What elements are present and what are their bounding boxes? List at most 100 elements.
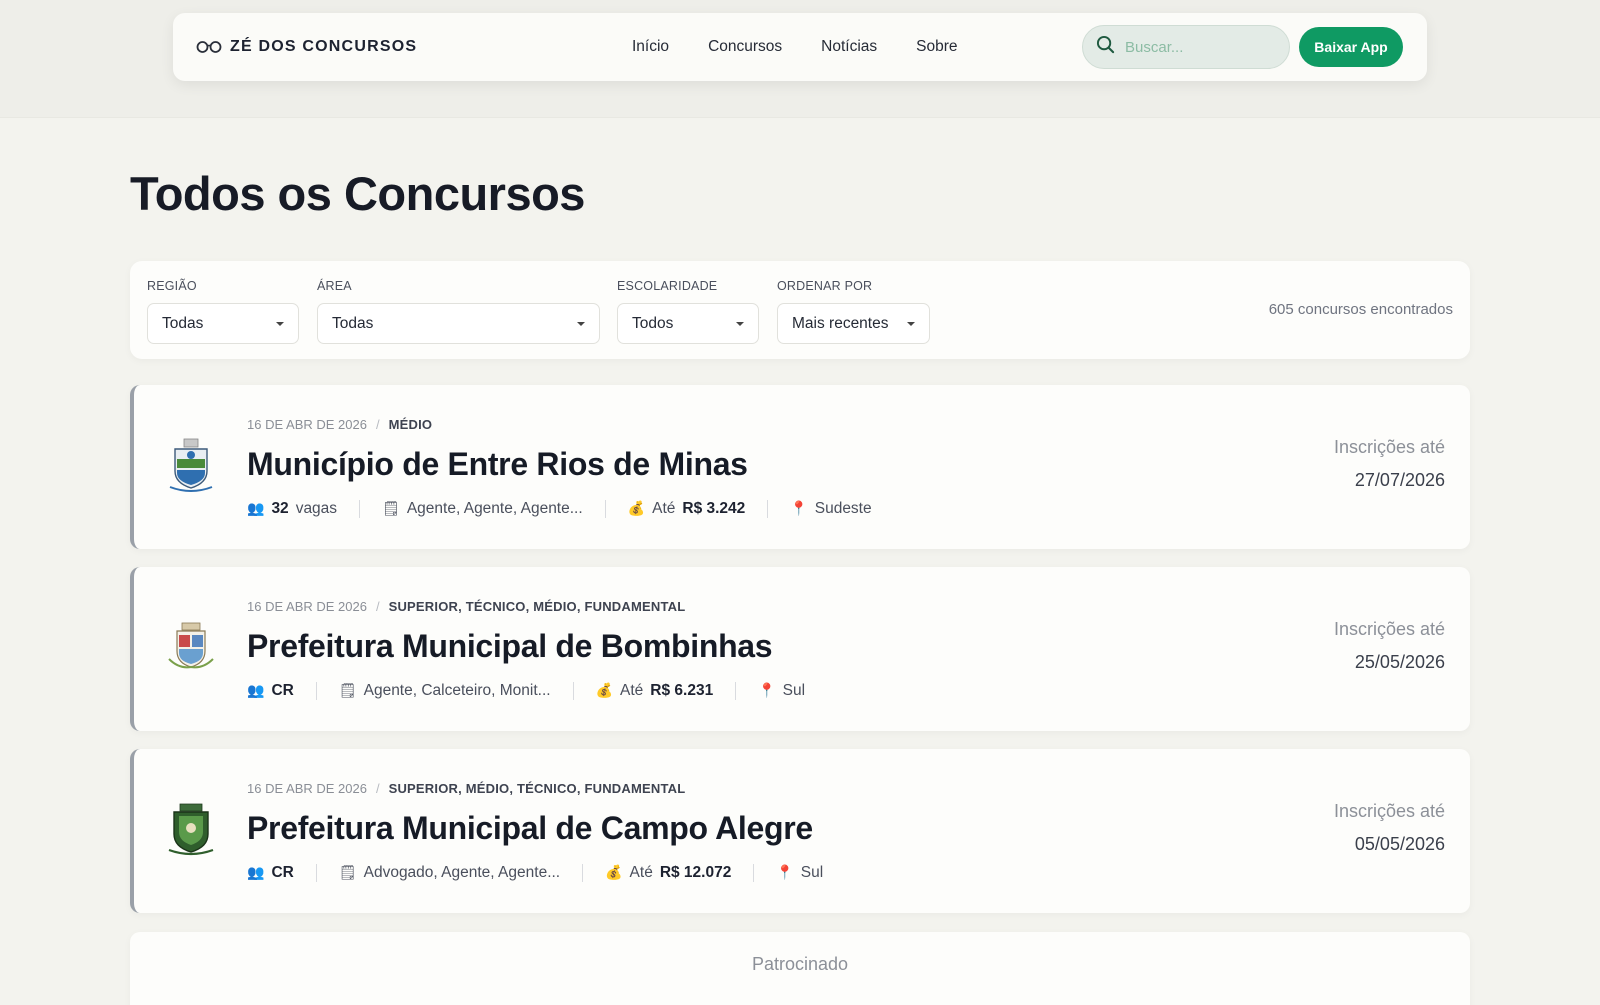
vacancies-count: CR: [271, 864, 294, 881]
region-stat: 📍 Sul: [758, 682, 805, 700]
filter-area: ÁREA Todas: [317, 279, 600, 344]
nav-link-concursos[interactable]: Concursos: [708, 38, 782, 56]
sponsored-slot: Patrocinado: [130, 932, 1470, 1005]
contest-title[interactable]: Prefeitura Municipal de Bombinhas: [247, 628, 773, 665]
money-bag-icon: 💰: [595, 683, 614, 699]
deadline: Inscrições até 27/07/2026: [1334, 437, 1445, 491]
filter-area-label: ÁREA: [317, 279, 352, 293]
positions-list: Agente, Agente, Agente...: [406, 500, 583, 517]
vacancies-count: CR: [271, 682, 294, 699]
contest-title[interactable]: Município de Entre Rios de Minas: [247, 446, 748, 483]
search-box[interactable]: [1082, 25, 1290, 69]
salary-prefix: Até: [629, 864, 653, 881]
deadline-date: 25/05/2026: [1354, 652, 1445, 672]
download-app-button[interactable]: Baixar App: [1299, 27, 1403, 67]
salary-stat: 💰 Até R$ 6.231: [596, 682, 714, 700]
sponsored-label: Patrocinado: [751, 954, 849, 974]
vacancies-stat: 👥 CR: [247, 682, 294, 700]
nav-link-noticias[interactable]: Notícias: [821, 38, 877, 56]
deadline: Inscrições até 05/05/2026: [1334, 801, 1445, 855]
escolaridade-select-value: Todos: [632, 314, 674, 332]
deadline: Inscrições até 25/05/2026: [1334, 619, 1445, 673]
meta-separator: /: [375, 599, 380, 614]
brand-logo[interactable]: ZÉ DOS CONCURSOS: [196, 13, 417, 81]
positions-stat: 🗒 Advogado, Agente, Agente...: [339, 864, 560, 882]
contest-title[interactable]: Prefeitura Municipal de Campo Alegre: [247, 810, 813, 847]
salary-value: R$ 12.072: [659, 864, 732, 881]
area-select-value: Todas: [332, 314, 374, 332]
deadline-label: Inscrições até: [1333, 619, 1445, 639]
pin-icon: 📍: [790, 501, 808, 517]
contest-stats: 👥 CR 🗒 Agente, Calceteiro, Monit... 💰 At…: [247, 680, 805, 702]
meta-separator: /: [375, 781, 380, 796]
contest-level: SUPERIOR, MÉDIO, TÉCNICO, FUNDAMENTAL: [388, 781, 686, 796]
chevron-down-icon: [577, 321, 585, 326]
salary-value: R$ 3.242: [682, 500, 746, 517]
escolaridade-select[interactable]: Todos: [617, 303, 759, 344]
salary-value: R$ 6.231: [650, 682, 714, 699]
filter-escolaridade: ESCOLARIDADE Todos: [617, 279, 759, 344]
salary-prefix: Até: [652, 500, 676, 517]
deadline-date: 27/07/2026: [1354, 470, 1445, 490]
positions-stat: 🗒 Agente, Calceteiro, Monit...: [339, 682, 551, 700]
nav-link-inicio[interactable]: Início: [632, 38, 669, 56]
notepad-icon: 🗒: [338, 865, 357, 881]
people-icon: 👥: [247, 865, 265, 881]
chevron-down-icon: [276, 321, 284, 326]
coat-of-arms-icon: [161, 799, 221, 859]
region-stat: 📍 Sudeste: [790, 500, 871, 518]
deadline-label: Inscrições até: [1333, 437, 1445, 457]
deadline-label: Inscrições até: [1333, 801, 1445, 821]
positions-list: Advogado, Agente, Agente...: [363, 864, 561, 881]
contest-card[interactable]: 16 DE ABR DE 2026 / SUPERIOR, TÉCNICO, M…: [130, 567, 1470, 731]
stat-divider: [582, 864, 584, 882]
filter-escolaridade-label: ESCOLARIDADE: [617, 279, 718, 293]
filters-panel: REGIÃO Todas ÁREA Todas ESCOLARIDADE Tod…: [130, 261, 1470, 359]
filter-regiao-label: REGIÃO: [147, 279, 197, 293]
contest-card[interactable]: 16 DE ABR DE 2026 / SUPERIOR, MÉDIO, TÉC…: [130, 749, 1470, 913]
area-select[interactable]: Todas: [317, 303, 600, 344]
vacancies-stat: 👥 CR: [247, 864, 294, 882]
stat-divider: [735, 682, 737, 700]
regiao-select-value: Todas: [162, 314, 204, 332]
vacancies-count: 32: [271, 500, 289, 517]
vacancies-suffix: vagas: [295, 500, 338, 517]
contest-date: 16 DE ABR DE 2026: [247, 781, 367, 796]
positions-list: Agente, Calceteiro, Monit...: [363, 682, 551, 699]
stat-divider: [572, 682, 574, 700]
contest-meta: 16 DE ABR DE 2026 / SUPERIOR, MÉDIO, TÉC…: [247, 781, 685, 796]
notepad-icon: 🗒: [338, 683, 357, 699]
coat-of-arms-icon: [161, 435, 221, 495]
filter-ordenar-label: ORDENAR POR: [777, 279, 873, 293]
contest-level: SUPERIOR, TÉCNICO, MÉDIO, FUNDAMENTAL: [388, 599, 686, 614]
search-input[interactable]: [1125, 38, 1265, 56]
pin-icon: 📍: [776, 865, 794, 881]
ordenar-select[interactable]: Mais recentes: [777, 303, 930, 344]
contest-date: 16 DE ABR DE 2026: [247, 599, 367, 614]
nav-link-sobre[interactable]: Sobre: [916, 38, 957, 56]
meta-separator: /: [375, 417, 380, 432]
regiao-select[interactable]: Todas: [147, 303, 299, 344]
chevron-down-icon: [736, 321, 744, 326]
contest-card[interactable]: 16 DE ABR DE 2026 / MÉDIO Município de E…: [130, 385, 1470, 549]
contest-meta: 16 DE ABR DE 2026 / MÉDIO: [247, 417, 432, 432]
people-icon: 👥: [247, 683, 265, 699]
region-name: Sul: [782, 682, 806, 699]
contest-stats: 👥 CR 🗒 Advogado, Agente, Agente... 💰 Até…: [247, 862, 823, 884]
contest-date: 16 DE ABR DE 2026: [247, 417, 367, 432]
chevron-down-icon: [907, 321, 915, 326]
salary-stat: 💰 Até R$ 12.072: [605, 864, 731, 882]
region-name: Sul: [800, 864, 824, 881]
deadline-date: 05/05/2026: [1354, 834, 1445, 854]
filter-regiao: REGIÃO Todas: [147, 279, 299, 344]
money-bag-icon: 💰: [627, 501, 646, 517]
brand-name: ZÉ DOS CONCURSOS: [230, 38, 418, 55]
region-stat: 📍 Sul: [776, 864, 823, 882]
top-navbar: ZÉ DOS CONCURSOS Início Concursos Notíci…: [173, 13, 1427, 81]
stat-divider: [767, 500, 769, 518]
salary-prefix: Até: [620, 682, 644, 699]
filter-ordenar: ORDENAR POR Mais recentes: [777, 279, 930, 344]
pin-icon: 📍: [758, 683, 776, 699]
results-count: 605 concursos encontrados: [1268, 301, 1453, 318]
positions-stat: 🗒 Agente, Agente, Agente...: [382, 500, 583, 518]
